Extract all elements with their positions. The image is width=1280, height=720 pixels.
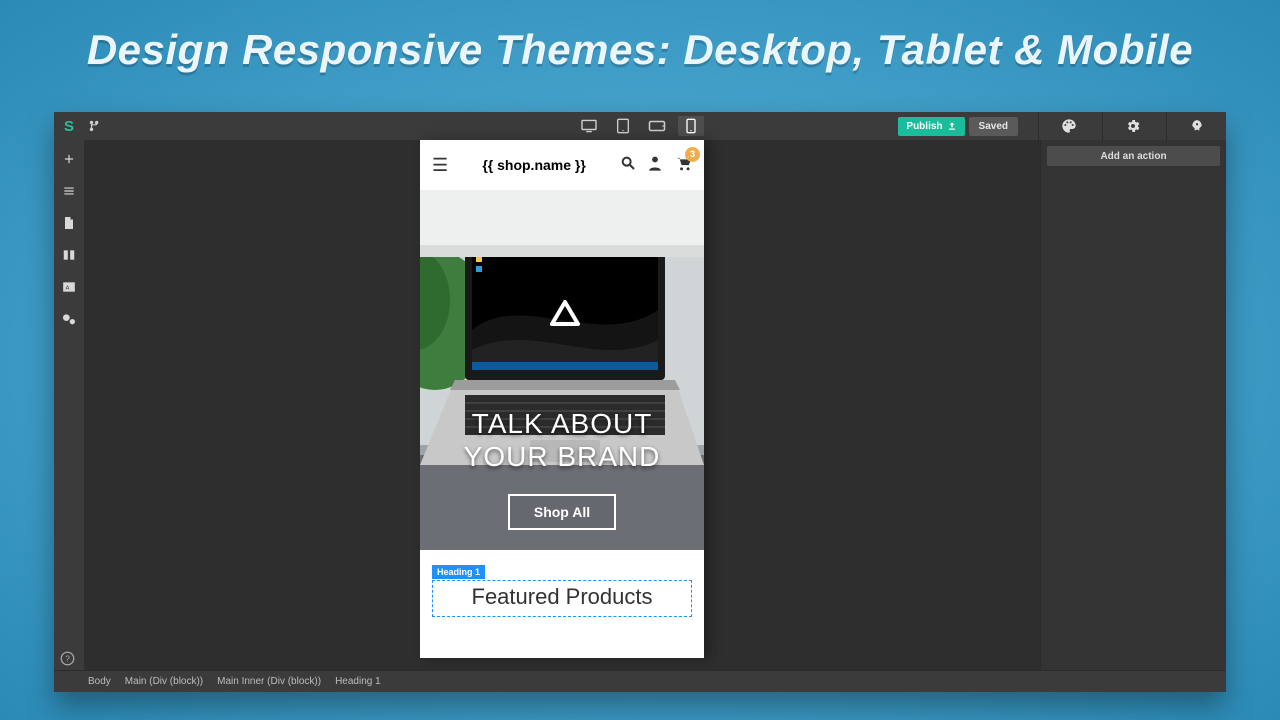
breadcrumb-item[interactable]: Main Inner (Div (block)): [217, 676, 321, 687]
device-switcher: [576, 116, 704, 136]
topbar-right: Publish Saved: [898, 112, 1226, 140]
palette-icon[interactable]: [1038, 112, 1098, 140]
device-mobile[interactable]: [678, 116, 704, 136]
element-tag: Heading 1: [432, 565, 485, 579]
publish-label: Publish: [906, 121, 942, 132]
columns-icon[interactable]: [54, 244, 84, 266]
hero-line1: TALK ABOUT: [464, 407, 661, 441]
search-icon[interactable]: [620, 155, 636, 176]
app-window: S Publish Saved: [54, 112, 1226, 692]
featured-heading[interactable]: Featured Products: [432, 580, 692, 617]
add-action-button[interactable]: Add an action: [1047, 146, 1220, 166]
workspace: A ? ☰ {{ shop.name }} 3: [54, 140, 1226, 670]
header-icons: 3: [620, 155, 692, 176]
list-icon[interactable]: [54, 180, 84, 202]
device-landscape[interactable]: [644, 116, 670, 136]
hero-line2: YOUR BRAND: [464, 440, 661, 474]
hero-heading: TALK ABOUT YOUR BRAND: [464, 407, 661, 474]
cart-badge: 3: [685, 147, 700, 162]
preview-header: ☰ {{ shop.name }} 3: [420, 140, 704, 190]
left-toolbar: A ?: [54, 140, 84, 670]
topbar: S Publish Saved: [54, 112, 1226, 140]
right-panel: Add an action: [1040, 140, 1226, 670]
breadcrumb-item[interactable]: Body: [88, 676, 111, 687]
shop-name: {{ shop.name }}: [482, 157, 585, 173]
saved-indicator: Saved: [969, 117, 1018, 136]
shop-all-button[interactable]: Shop All: [508, 494, 616, 530]
add-icon[interactable]: [54, 148, 84, 170]
publish-button[interactable]: Publish: [898, 117, 964, 136]
gears-icon[interactable]: [54, 308, 84, 330]
device-desktop[interactable]: [576, 116, 602, 136]
hero-section: TALK ABOUT YOUR BRAND Shop All: [420, 190, 704, 550]
logo[interactable]: S: [54, 118, 84, 135]
marketing-headline: Design Responsive Themes: Desktop, Table…: [0, 0, 1280, 88]
device-tablet[interactable]: [610, 116, 636, 136]
user-icon[interactable]: [648, 155, 662, 176]
help-icon[interactable]: ?: [60, 651, 75, 666]
rocket-icon[interactable]: [1166, 112, 1226, 140]
mobile-preview: ☰ {{ shop.name }} 3: [420, 140, 704, 658]
svg-text:A: A: [66, 285, 70, 291]
text-icon[interactable]: A: [54, 276, 84, 298]
breadcrumb-item[interactable]: Heading 1: [335, 676, 381, 687]
hamburger-icon[interactable]: ☰: [432, 155, 448, 176]
featured-section: Heading 1 Featured Products: [420, 550, 704, 617]
svg-text:?: ?: [65, 655, 70, 664]
breadcrumb-item[interactable]: Main (Div (block)): [125, 676, 203, 687]
breadcrumb: Body Main (Div (block)) Main Inner (Div …: [54, 670, 1226, 692]
cart-icon[interactable]: 3: [674, 155, 692, 176]
canvas[interactable]: ☰ {{ shop.name }} 3: [84, 140, 1040, 670]
page-icon[interactable]: [54, 212, 84, 234]
settings-icon[interactable]: [1102, 112, 1162, 140]
branch-icon[interactable]: [84, 119, 102, 133]
